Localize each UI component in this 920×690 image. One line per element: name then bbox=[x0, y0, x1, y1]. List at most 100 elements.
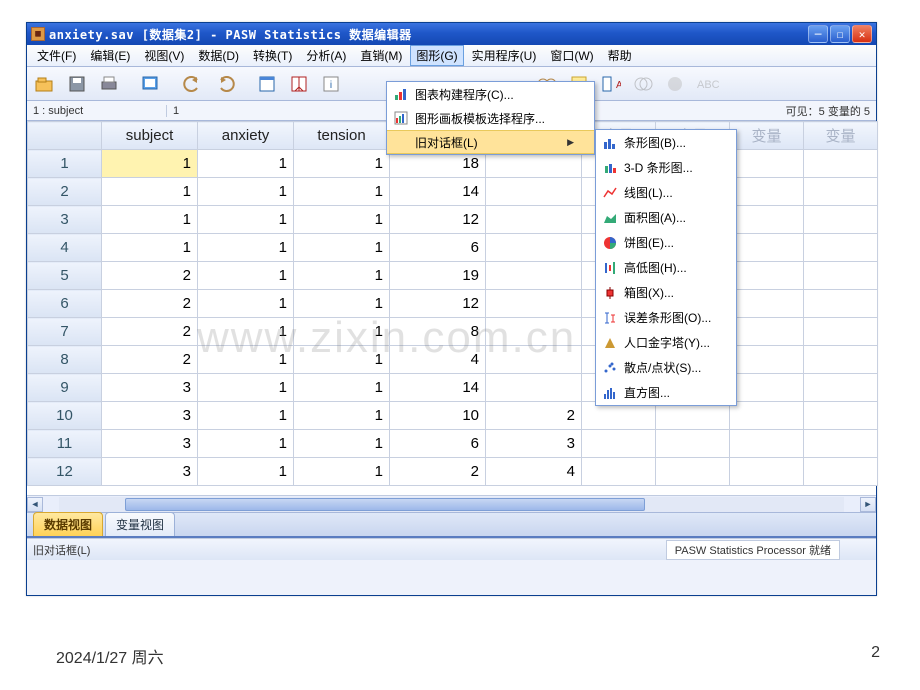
tb-dialog-recall-icon[interactable] bbox=[137, 71, 165, 97]
cell[interactable] bbox=[804, 290, 878, 318]
col-tension[interactable]: tension bbox=[294, 122, 390, 150]
cell[interactable] bbox=[730, 318, 804, 346]
cell[interactable]: 1 bbox=[294, 318, 390, 346]
submenu-line[interactable]: 线图(L)... bbox=[596, 180, 736, 205]
tb-use-sets-icon[interactable]: A bbox=[597, 71, 625, 97]
cell[interactable]: 1 bbox=[198, 374, 294, 402]
tb-split-icon[interactable] bbox=[661, 71, 689, 97]
submenu-histogram[interactable]: 直方图... bbox=[596, 380, 736, 405]
cell[interactable] bbox=[486, 206, 582, 234]
submenu-pie[interactable]: 饼图(E)... bbox=[596, 230, 736, 255]
cell[interactable]: 1 bbox=[294, 458, 390, 486]
cell[interactable]: 4 bbox=[486, 458, 582, 486]
cell[interactable]: 1 bbox=[294, 206, 390, 234]
col-empty[interactable]: 变量 bbox=[804, 122, 878, 150]
submenu-errorbar[interactable]: 误差条形图(O)... bbox=[596, 305, 736, 330]
cell[interactable] bbox=[804, 402, 878, 430]
cell[interactable]: 19 bbox=[390, 262, 486, 290]
cell[interactable] bbox=[730, 290, 804, 318]
menu-graphs[interactable]: 图形(G) bbox=[410, 45, 463, 66]
maximize-button[interactable]: ☐ bbox=[830, 25, 850, 43]
cell[interactable]: 4 bbox=[390, 346, 486, 374]
scroll-right-button[interactable]: ► bbox=[860, 497, 876, 512]
menu-template-chooser[interactable]: 图形画板模板选择程序... bbox=[387, 106, 594, 130]
cell[interactable] bbox=[730, 346, 804, 374]
cell[interactable] bbox=[486, 234, 582, 262]
cell[interactable]: 1 bbox=[198, 318, 294, 346]
menu-view[interactable]: 视图(V) bbox=[138, 45, 190, 66]
tb-print-icon[interactable] bbox=[95, 71, 123, 97]
menu-analyze[interactable]: 分析(A) bbox=[300, 45, 352, 66]
cell[interactable]: 1 bbox=[294, 234, 390, 262]
cell[interactable]: 2 bbox=[102, 262, 198, 290]
cell[interactable]: 1 bbox=[102, 234, 198, 262]
col-anxiety[interactable]: anxiety bbox=[198, 122, 294, 150]
cell[interactable]: 1 bbox=[198, 178, 294, 206]
cell[interactable] bbox=[730, 234, 804, 262]
close-button[interactable]: ✕ bbox=[852, 25, 872, 43]
menu-file[interactable]: 文件(F) bbox=[31, 45, 82, 66]
cell[interactable] bbox=[486, 178, 582, 206]
row-header[interactable]: 1 bbox=[28, 150, 102, 178]
cell[interactable] bbox=[730, 374, 804, 402]
submenu-bar[interactable]: 条形图(B)... bbox=[596, 130, 736, 155]
cell[interactable]: 8 bbox=[390, 318, 486, 346]
cell[interactable] bbox=[486, 374, 582, 402]
cell[interactable]: 2 bbox=[102, 290, 198, 318]
row-header[interactable]: 2 bbox=[28, 178, 102, 206]
tb-goto-case-icon[interactable] bbox=[253, 71, 281, 97]
cell[interactable]: 10 bbox=[390, 402, 486, 430]
row-header[interactable]: 12 bbox=[28, 458, 102, 486]
row-header[interactable]: 4 bbox=[28, 234, 102, 262]
minimize-button[interactable]: ─ bbox=[808, 25, 828, 43]
col-empty[interactable]: 变量 bbox=[730, 122, 804, 150]
cell[interactable]: 3 bbox=[102, 458, 198, 486]
cell[interactable]: 1 bbox=[198, 150, 294, 178]
scroll-thumb[interactable] bbox=[125, 498, 645, 511]
cell[interactable] bbox=[582, 430, 656, 458]
cell[interactable] bbox=[730, 262, 804, 290]
cell[interactable]: 12 bbox=[390, 290, 486, 318]
tab-variable-view[interactable]: 变量视图 bbox=[105, 512, 175, 536]
scroll-track[interactable] bbox=[59, 497, 844, 512]
cell[interactable]: 1 bbox=[198, 430, 294, 458]
cell[interactable]: 1 bbox=[198, 234, 294, 262]
cell[interactable] bbox=[804, 234, 878, 262]
col-subject[interactable]: subject bbox=[102, 122, 198, 150]
submenu-highlow[interactable]: 高低图(H)... bbox=[596, 255, 736, 280]
cell[interactable] bbox=[804, 346, 878, 374]
row-header[interactable]: 9 bbox=[28, 374, 102, 402]
submenu-3dbar[interactable]: 3-D 条形图... bbox=[596, 155, 736, 180]
cell[interactable]: 12 bbox=[390, 206, 486, 234]
cell[interactable] bbox=[804, 206, 878, 234]
row-header[interactable]: 11 bbox=[28, 430, 102, 458]
cell[interactable]: 1 bbox=[294, 402, 390, 430]
row-header[interactable]: 8 bbox=[28, 346, 102, 374]
cell[interactable] bbox=[730, 206, 804, 234]
cell[interactable]: 2 bbox=[102, 318, 198, 346]
cell[interactable]: 1 bbox=[102, 206, 198, 234]
cell[interactable]: 14 bbox=[390, 178, 486, 206]
cell[interactable]: 3 bbox=[102, 402, 198, 430]
cell[interactable]: 1 bbox=[294, 262, 390, 290]
cell[interactable] bbox=[730, 458, 804, 486]
cell[interactable] bbox=[582, 458, 656, 486]
cell[interactable] bbox=[486, 290, 582, 318]
cell[interactable] bbox=[730, 402, 804, 430]
row-header[interactable]: 6 bbox=[28, 290, 102, 318]
tab-data-view[interactable]: 数据视图 bbox=[33, 512, 103, 536]
tb-spellcheck-icon[interactable]: ABC bbox=[693, 71, 721, 97]
cell[interactable]: 2 bbox=[390, 458, 486, 486]
cell[interactable] bbox=[656, 458, 730, 486]
cell[interactable] bbox=[486, 346, 582, 374]
submenu-area[interactable]: 面积图(A)... bbox=[596, 205, 736, 230]
data-grid[interactable]: subject anxiety tension score trial 变量 变… bbox=[27, 121, 876, 512]
menu-direct[interactable]: 直销(M) bbox=[354, 45, 408, 66]
cell[interactable] bbox=[486, 262, 582, 290]
scroll-left-button[interactable]: ◄ bbox=[27, 497, 43, 512]
cell[interactable]: 1 bbox=[294, 178, 390, 206]
cell[interactable]: 3 bbox=[102, 430, 198, 458]
menu-data[interactable]: 数据(D) bbox=[192, 45, 245, 66]
tb-redo-icon[interactable] bbox=[211, 71, 239, 97]
row-header[interactable]: 10 bbox=[28, 402, 102, 430]
